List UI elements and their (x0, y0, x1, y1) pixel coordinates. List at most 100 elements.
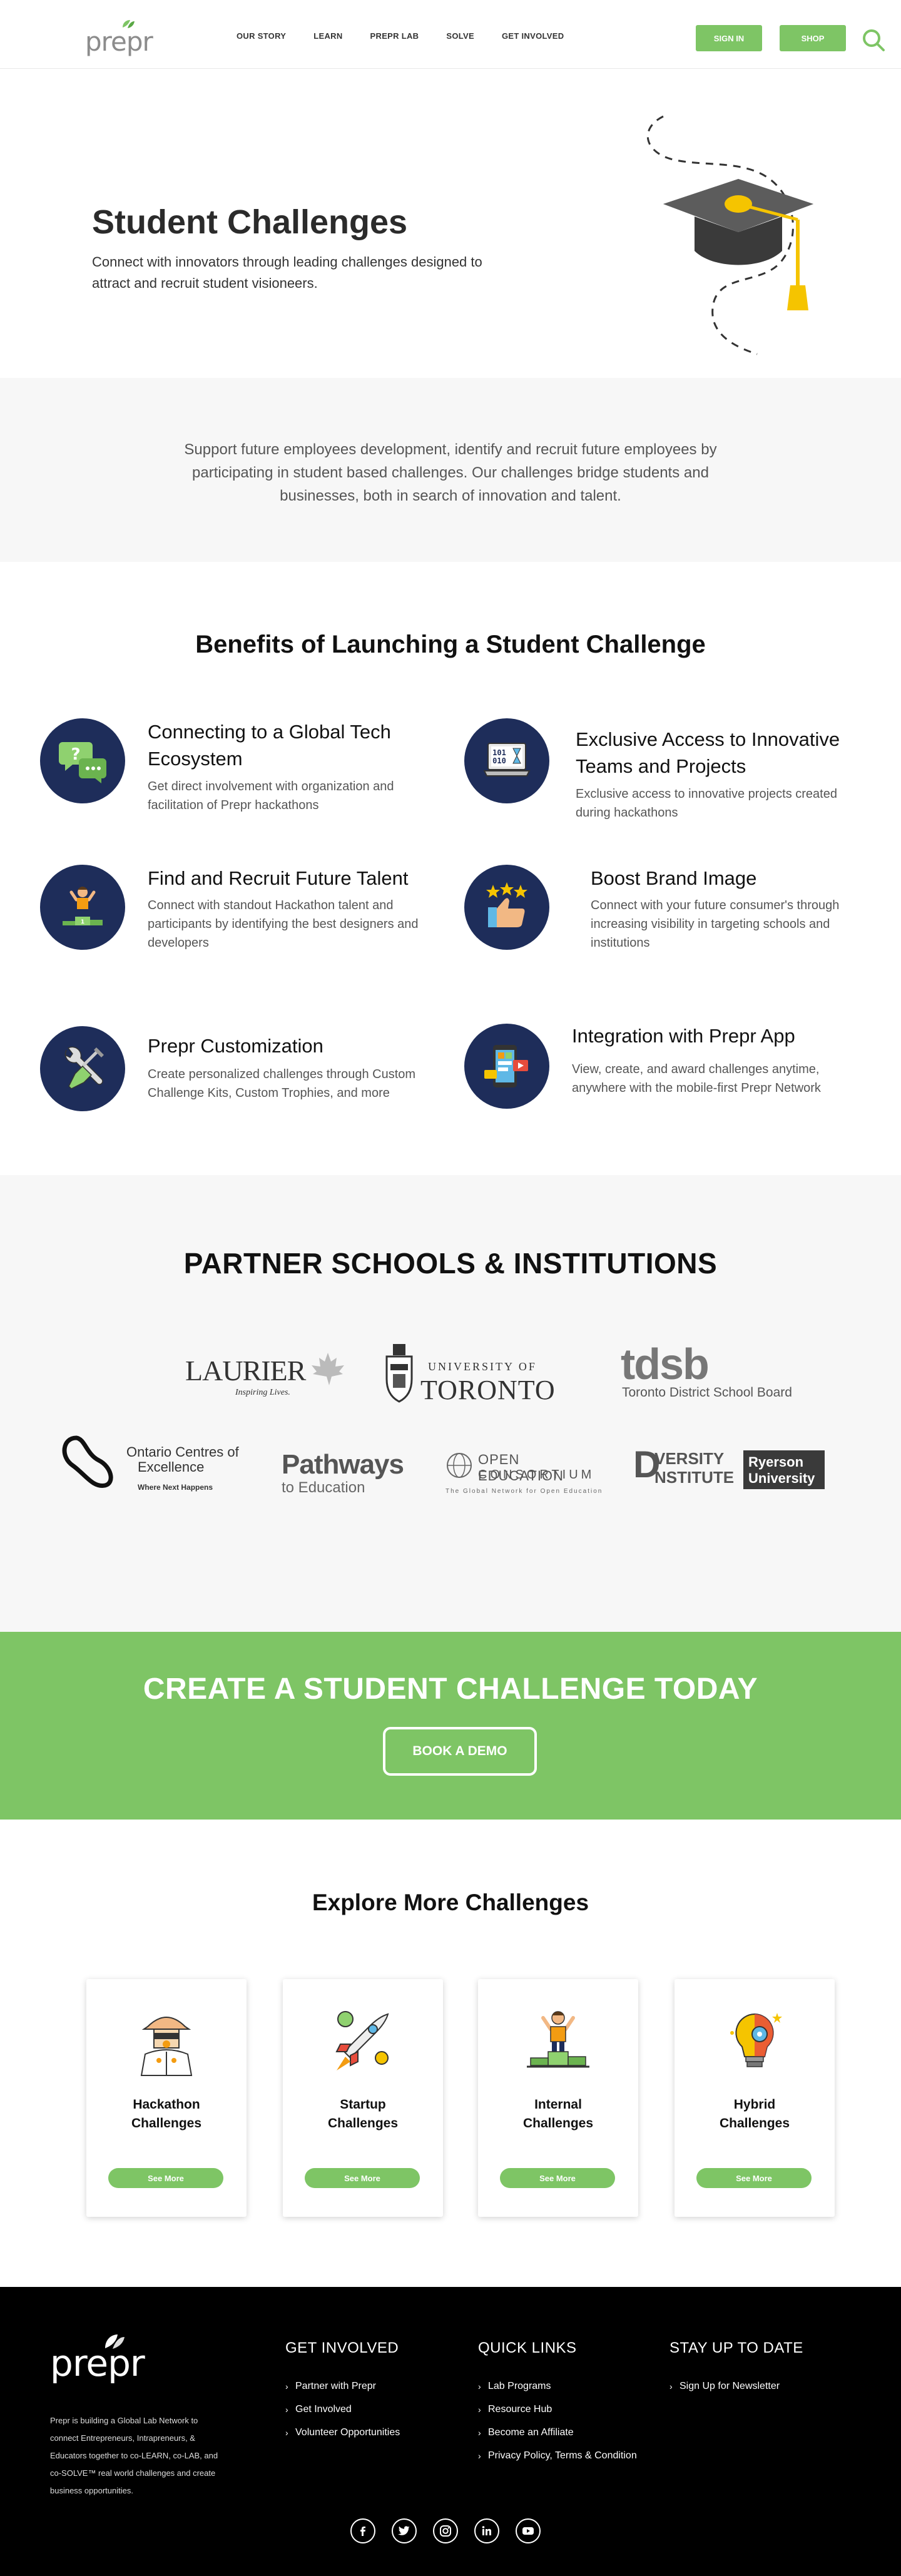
search-icon[interactable] (861, 28, 886, 53)
benefit-text: View, create, and award challenges anyti… (572, 1062, 821, 1095)
footer-link-resource-hub[interactable]: › Resource Hub (478, 2404, 637, 2415)
pathways-logo: Pathways to Education (282, 1449, 419, 1499)
oce-swirl-icon (62, 1435, 113, 1488)
maple-leaf-icon (312, 1353, 344, 1385)
challenge-card-hackathon[interactable]: Hackathon Challenges See More (86, 1979, 247, 2217)
challenge-card-startup[interactable]: Startup Challenges See More (283, 1979, 443, 2217)
laurier-logo: LAURIER Inspiring Lives. (185, 1352, 348, 1397)
footer-stay-up: STAY UP TO DATE › Sign Up for Newsletter (669, 2339, 803, 2404)
see-more-button[interactable]: See More (108, 2168, 223, 2188)
footer-link-privacy[interactable]: › Privacy Policy, Terms & Condition (478, 2450, 637, 2461)
card-title-line1: Hybrid (733, 2097, 776, 2112)
challenge-card-hybrid[interactable]: Hybrid Challenges See More (674, 1979, 835, 2217)
oce-line2: Excellence (138, 1459, 205, 1475)
ryerson-line2: University (748, 1470, 815, 1486)
card-title-line1: Startup (340, 2097, 386, 2112)
nav-prepr-lab[interactable]: PREPR LAB (370, 31, 419, 41)
footer-col-title: QUICK LINKS (478, 2339, 577, 2356)
card-title-line2: Challenges (327, 2116, 399, 2131)
see-more-button[interactable]: See More (696, 2168, 812, 2188)
see-more-button[interactable]: See More (305, 2168, 420, 2188)
uoft-line2: TORONTO (420, 1375, 556, 1405)
footer-link-label: Get Involved (295, 2404, 352, 2415)
book-demo-button[interactable]: BOOK A DEMO (383, 1727, 537, 1776)
chevron-right-icon: › (669, 2381, 673, 2391)
facebook-icon[interactable] (350, 2518, 375, 2543)
diversity-line2: NSTITUTE (654, 1468, 735, 1487)
top-nav: prepr OUR STORY LEARN PREPR LAB SOLVE GE… (0, 0, 901, 69)
svg-text:101: 101 (492, 748, 506, 757)
laurier-tagline: Inspiring Lives. (235, 1388, 290, 1397)
instagram-icon[interactable] (433, 2518, 458, 2543)
wrench-screwdriver-icon (40, 1026, 125, 1111)
partners-section: PARTNER SCHOOLS & INSTITUTIONS LAURIER I… (0, 1175, 901, 1632)
chevron-right-icon: › (478, 2451, 481, 2461)
linkedin-icon[interactable] (474, 2518, 499, 2543)
benefit-title: Prepr Customization (148, 1035, 323, 1057)
pathways-line2: to Education (282, 1479, 365, 1496)
benefit-text: Get direct involvement with organization… (148, 780, 394, 812)
uoft-logo: UNIVERSITY OF TORONTO (383, 1341, 558, 1405)
tdsb-abbr: tdsb (621, 1340, 710, 1388)
prepr-logo[interactable]: prepr (85, 19, 160, 57)
footer-logo[interactable]: prepr (50, 2333, 169, 2385)
nav-our-story[interactable]: OUR STORY (237, 31, 286, 41)
card-title: Hackathon Challenges (86, 2095, 247, 2133)
ryerson-line1: Ryerson (748, 1454, 804, 1470)
mobile-app-icon (464, 1024, 549, 1109)
youtube-icon[interactable] (516, 2518, 541, 2543)
twitter-icon[interactable] (392, 2518, 417, 2543)
openedu-line2: CONSORTIUM (478, 1468, 595, 1482)
benefit-text: Create personalized challenges through C… (148, 1067, 416, 1100)
footer-col-title: GET INVOLVED (285, 2339, 399, 2356)
chevron-right-icon: › (285, 2405, 288, 2415)
diversity-line1: VERSITY (654, 1449, 725, 1468)
podium-winner-icon (527, 2011, 589, 2068)
tdsb-name: Toronto District School Board (622, 1385, 792, 1400)
nav-links: OUR STORY LEARN PREPR LAB SOLVE GET INVO… (237, 31, 591, 41)
chevron-right-icon: › (478, 2428, 481, 2438)
nav-solve[interactable]: SOLVE (446, 31, 474, 41)
laptop-binary-icon: 101 010 (464, 718, 549, 803)
globe-icon (447, 1453, 472, 1478)
nav-get-involved[interactable]: GET INVOLVED (502, 31, 564, 41)
laurier-name: LAURIER (185, 1355, 306, 1387)
shop-button[interactable]: SHOP (780, 25, 846, 51)
footer-link-newsletter[interactable]: › Sign Up for Newsletter (669, 2381, 803, 2392)
footer-link-get-involved[interactable]: › Get Involved (285, 2404, 400, 2415)
graduation-cap-illustration (646, 115, 813, 355)
card-title: Internal Challenges (478, 2095, 638, 2133)
benefit-title: Boost Brand Image (591, 867, 757, 889)
footer-link-label: Partner with Prepr (295, 2381, 376, 2391)
logo-text: prepr (85, 26, 153, 57)
footer-link-label: Lab Programs (488, 2381, 551, 2391)
sign-in-button[interactable]: SIGN IN (696, 25, 762, 51)
footer-link-partner[interactable]: › Partner with Prepr (285, 2381, 400, 2392)
see-more-button[interactable]: See More (500, 2168, 615, 2188)
card-title: Startup Challenges (283, 2095, 443, 2133)
explore-title: Explore More Challenges (312, 1890, 589, 1915)
challenge-card-internal[interactable]: Internal Challenges See More (478, 1979, 638, 2217)
diversity-institute-logo: D VERSITY NSTITUTE (633, 1443, 734, 1492)
benefits-section: Benefits of Launching a Student Challeng… (0, 562, 901, 1175)
svg-text:1: 1 (81, 919, 84, 925)
card-title-line1: Internal (534, 2097, 582, 2112)
tdsb-logo: tdsb Toronto District School Board (621, 1340, 802, 1402)
footer-link-label: Become an Affiliate (488, 2427, 574, 2438)
benefit-text: Exclusive access to innovative projects … (576, 787, 837, 820)
hero-subtitle: Connect with innovators through leading … (92, 254, 482, 291)
chevron-right-icon: › (285, 2381, 288, 2391)
nav-learn[interactable]: LEARN (313, 31, 342, 41)
hero-section: Student Challenges Connect with innovato… (0, 69, 901, 378)
benefit-title: Connecting to a Global Tech Ecosystem (148, 721, 391, 770)
footer-link-affiliate[interactable]: › Become an Affiliate (478, 2427, 637, 2438)
speech-bubbles-icon: ? (40, 718, 125, 803)
footer-quick-links: QUICK LINKS › Lab Programs › Resource Hub … (478, 2339, 637, 2473)
footer-link-volunteer[interactable]: › Volunteer Opportunities (285, 2427, 400, 2438)
pathways-line1: Pathways (282, 1449, 404, 1480)
open-education-logo: OPEN EDUCATION CONSORTIUM The Global Net… (445, 1450, 608, 1500)
footer-link-lab-programs[interactable]: › Lab Programs (478, 2381, 637, 2392)
card-title-line1: Hackathon (133, 2097, 200, 2112)
footer-logo-text: prepr (50, 2342, 145, 2385)
podium-winner-icon: 1 (40, 865, 125, 950)
